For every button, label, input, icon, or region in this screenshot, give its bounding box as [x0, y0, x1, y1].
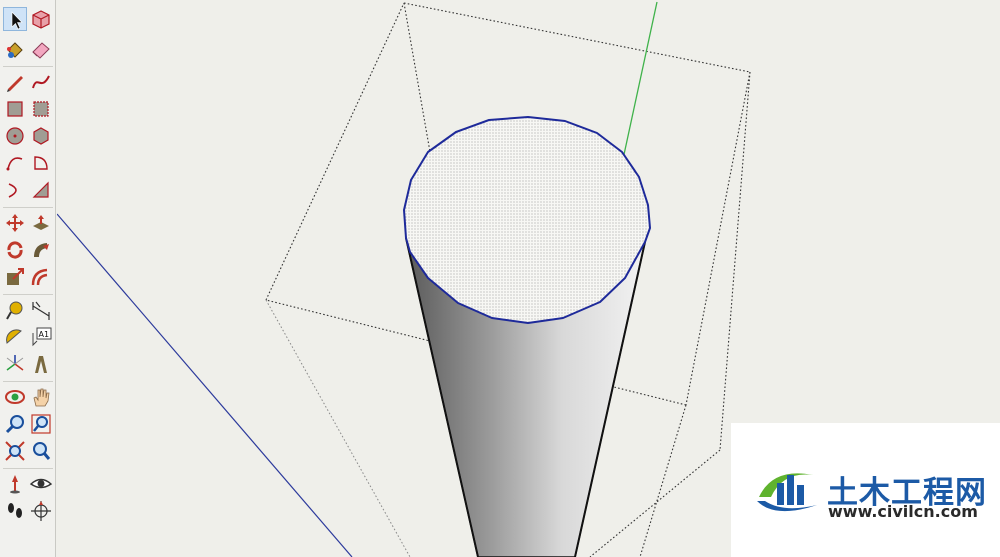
tape-measure-icon: [6, 301, 23, 320]
camera-position-icon: [10, 475, 20, 494]
3d-text-icon: [35, 356, 47, 373]
hand-icon: [33, 388, 50, 407]
rotate-tool-button[interactable]: [3, 238, 27, 262]
arc-tool-button[interactable]: [3, 151, 27, 175]
circle-tool-button[interactable]: [3, 124, 27, 148]
text-tool-button[interactable]: A1: [29, 325, 53, 349]
paint-bucket-icon: [7, 42, 23, 58]
zoom-extents-icon: [5, 441, 25, 461]
walk-tool-button[interactable]: [3, 499, 27, 523]
zoom-tool-button[interactable]: [3, 412, 27, 436]
section-plane-icon: [31, 501, 51, 521]
offset-icon: [31, 268, 48, 286]
previous-view-icon: [33, 442, 51, 460]
follow-me-icon: [34, 243, 49, 257]
3d-text-button[interactable]: [29, 352, 53, 376]
follow-me-button[interactable]: [29, 238, 53, 262]
polygon-tool-button[interactable]: [29, 124, 53, 148]
push-pull-icon: [33, 215, 49, 230]
previous-view-button[interactable]: [29, 439, 53, 463]
polygon-icon: [33, 127, 49, 145]
civilcn-logo-icon: [757, 473, 817, 512]
offset-tool-button[interactable]: [29, 265, 53, 289]
pie-icon: [34, 156, 48, 170]
tool-palette: A1: [0, 0, 56, 557]
watermark-url: www.civilcn.com: [828, 502, 978, 521]
freehand-tool-button[interactable]: [29, 70, 53, 94]
two-point-arc-button[interactable]: [3, 178, 27, 202]
three-point-arc-button[interactable]: [29, 178, 53, 202]
zoom-extents-button[interactable]: [3, 439, 27, 463]
dimension-icon: [32, 301, 50, 320]
bounding-box-lower-edge: [265, 299, 411, 557]
scale-icon: [7, 268, 24, 285]
rectangle-icon: [7, 101, 23, 117]
protractor-icon: [6, 329, 22, 344]
three-point-arc-icon: [32, 181, 49, 198]
section-plane-button[interactable]: [29, 499, 53, 523]
rotated-rectangle-tool-button[interactable]: [29, 97, 53, 121]
look-around-button[interactable]: [29, 472, 53, 496]
pie-tool-button[interactable]: [29, 151, 53, 175]
rectangle-tool-button[interactable]: [3, 97, 27, 121]
position-camera-button[interactable]: [3, 472, 27, 496]
orbit-tool-button[interactable]: [3, 385, 27, 409]
dimension-tool-button[interactable]: [29, 298, 53, 322]
rotated-rectangle-icon: [33, 101, 49, 117]
circle-icon: [6, 127, 24, 145]
arc-icon: [6, 157, 23, 171]
blue-axis-line: [57, 213, 353, 557]
axes-icon: [6, 355, 24, 371]
orbit-icon: [5, 390, 25, 404]
zoom-window-button[interactable]: [29, 412, 53, 436]
eye-icon: [29, 478, 53, 489]
select-tool-button[interactable]: [3, 7, 27, 31]
magnifier-icon: [5, 415, 24, 434]
zoom-window-icon: [31, 414, 51, 434]
move-tool-button[interactable]: [3, 211, 27, 235]
axes-tool-button[interactable]: [3, 352, 27, 376]
scale-tool-button[interactable]: [3, 265, 27, 289]
arrow-cursor-icon: [11, 11, 23, 30]
push-pull-button[interactable]: [29, 211, 53, 235]
eraser-button[interactable]: [29, 37, 53, 61]
watermark-logo: 土木工程网 www.civilcn.com: [731, 423, 1000, 557]
text-label-icon: A1: [32, 327, 52, 347]
pan-tool-button[interactable]: [29, 385, 53, 409]
component-box-icon: [32, 10, 50, 29]
move-arrows-icon: [6, 214, 24, 232]
text-tool-badge: A1: [39, 330, 50, 339]
eraser-icon: [32, 42, 50, 59]
protractor-button[interactable]: [3, 325, 27, 349]
freehand-curve-icon: [32, 75, 50, 89]
make-component-button[interactable]: [29, 7, 53, 31]
pencil-icon: [7, 76, 23, 92]
footprints-icon: [8, 503, 22, 518]
rotate-icon: [7, 241, 23, 259]
tape-measure-button[interactable]: [3, 298, 27, 322]
two-point-arc-icon: [8, 183, 17, 198]
line-tool-button[interactable]: [3, 70, 27, 94]
paint-bucket-button[interactable]: [3, 37, 27, 61]
